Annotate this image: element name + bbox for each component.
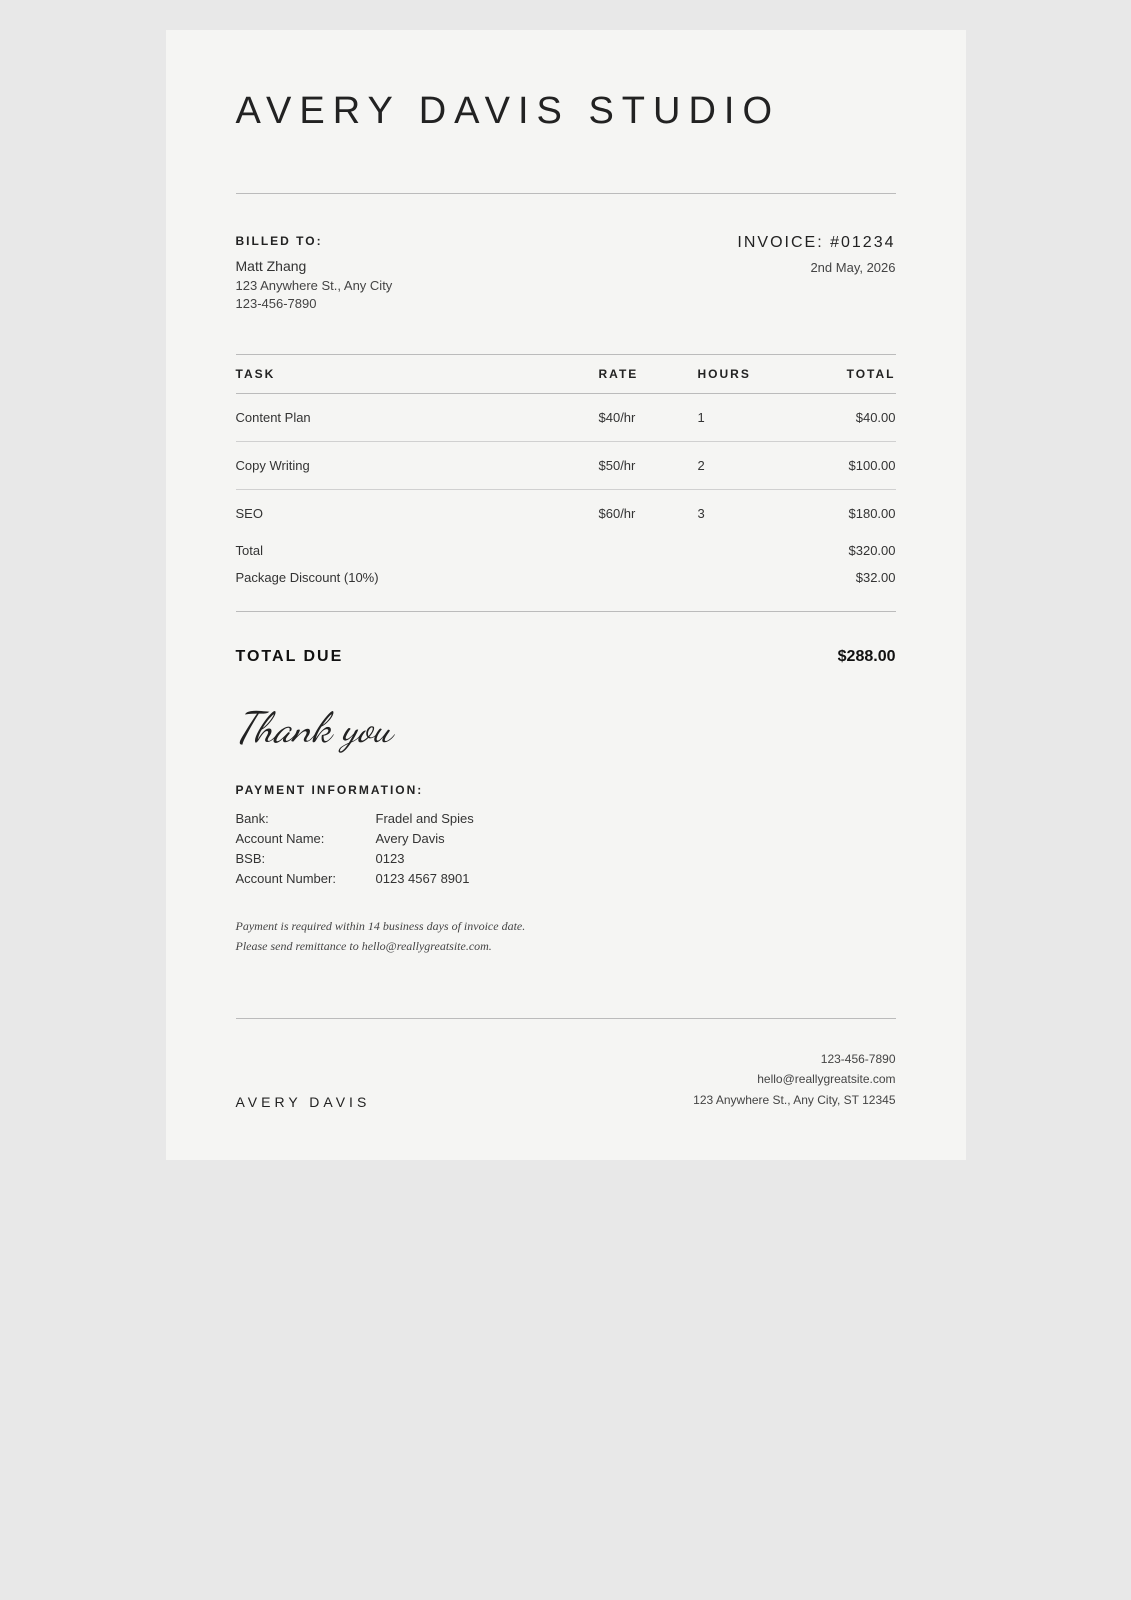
footer: AVERY DAVIS 123-456-7890 hello@reallygre…	[236, 1018, 896, 1110]
billing-section: BILLED TO: Matt Zhang 123 Anywhere St., …	[236, 234, 896, 314]
footer-contact: 123-456-7890 hello@reallygreatsite.com 1…	[693, 1049, 895, 1110]
table-row: SEO $60/hr 3 $180.00	[236, 490, 896, 538]
account-name-value: Avery Davis	[376, 831, 896, 846]
hours-cell: 3	[698, 490, 797, 538]
th-hours: HOURS	[698, 355, 797, 394]
invoice-page: AVERY DAVIS STUDIO BILLED TO: Matt Zhang…	[166, 30, 966, 1160]
th-total: TOTAL	[797, 355, 896, 394]
invoice-number: INVOICE: #01234	[737, 234, 895, 252]
client-name: Matt Zhang	[236, 258, 738, 274]
task-cell: SEO	[236, 490, 599, 538]
rate-cell: $40/hr	[599, 394, 698, 442]
footer-email: hello@reallygreatsite.com	[693, 1069, 895, 1089]
total-cell: $180.00	[797, 490, 896, 538]
invoice-date: 2nd May, 2026	[737, 260, 895, 275]
task-cell: Content Plan	[236, 394, 599, 442]
payment-heading: PAYMENT INFORMATION:	[236, 783, 896, 797]
hours-cell: 2	[698, 442, 797, 490]
account-number-value: 0123 4567 8901	[376, 871, 896, 886]
studio-title: AVERY DAVIS STUDIO	[236, 90, 896, 133]
bank-value: Fradel and Spies	[376, 811, 896, 826]
rate-cell: $50/hr	[599, 442, 698, 490]
total-row: Total $320.00	[236, 537, 896, 564]
client-phone: 123-456-7890	[236, 296, 738, 311]
total-cell: $40.00	[797, 394, 896, 442]
thank-you-text: Thank you	[236, 702, 896, 753]
billed-to-block: BILLED TO: Matt Zhang 123 Anywhere St., …	[236, 234, 738, 314]
total-label: Total	[236, 543, 263, 558]
table-row: Copy Writing $50/hr 2 $100.00	[236, 442, 896, 490]
hours-cell: 1	[698, 394, 797, 442]
task-cell: Copy Writing	[236, 442, 599, 490]
total-amount: $320.00	[849, 543, 896, 558]
client-address: 123 Anywhere St., Any City	[236, 278, 738, 293]
footer-address: 123 Anywhere St., Any City, ST 12345	[693, 1090, 895, 1110]
rate-cell: $60/hr	[599, 490, 698, 538]
total-due-amount: $288.00	[838, 648, 896, 666]
bsb-label: BSB:	[236, 851, 376, 866]
total-due-label: TOTAL DUE	[236, 648, 344, 666]
table-row: Content Plan $40/hr 1 $40.00	[236, 394, 896, 442]
table-body: Content Plan $40/hr 1 $40.00 Copy Writin…	[236, 394, 896, 538]
billed-to-label: BILLED TO:	[236, 234, 738, 248]
invoice-table: TASK RATE HOURS TOTAL Content Plan $40/h…	[236, 354, 896, 537]
th-rate: RATE	[599, 355, 698, 394]
subtotal-section: Total $320.00 Package Discount (10%) $32…	[236, 537, 896, 591]
total-cell: $100.00	[797, 442, 896, 490]
discount-amount: $32.00	[856, 570, 896, 585]
account-name-label: Account Name:	[236, 831, 376, 846]
discount-row: Package Discount (10%) $32.00	[236, 564, 896, 591]
payment-note: Payment is required within 14 business d…	[236, 916, 896, 957]
total-due-row: TOTAL DUE $288.00	[236, 632, 896, 682]
header-divider	[236, 193, 896, 194]
th-task: TASK	[236, 355, 599, 394]
discount-label: Package Discount (10%)	[236, 570, 379, 585]
account-number-label: Account Number:	[236, 871, 376, 886]
invoice-info-block: INVOICE: #01234 2nd May, 2026	[737, 234, 895, 314]
bank-label: Bank:	[236, 811, 376, 826]
table-header: TASK RATE HOURS TOTAL	[236, 355, 896, 394]
footer-phone: 123-456-7890	[693, 1049, 895, 1069]
footer-studio-name: AVERY DAVIS	[236, 1094, 371, 1110]
bsb-value: 0123	[376, 851, 896, 866]
payment-grid: Bank: Fradel and Spies Account Name: Ave…	[236, 811, 896, 886]
total-divider	[236, 611, 896, 612]
